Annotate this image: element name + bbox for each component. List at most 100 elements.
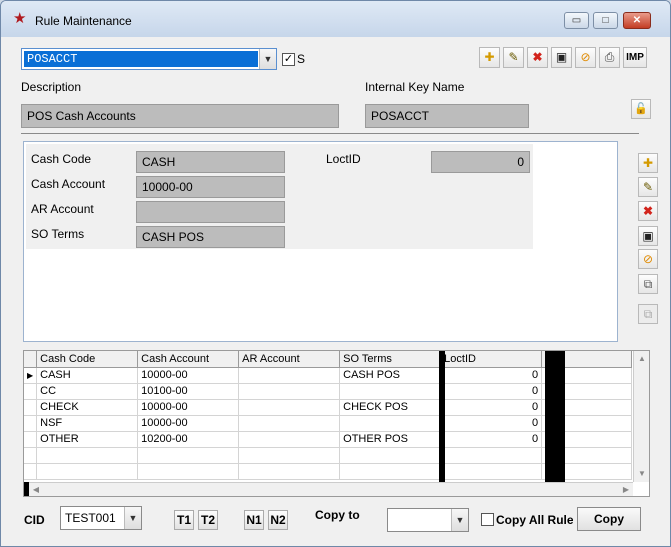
cash-account-label: Cash Account bbox=[31, 177, 106, 191]
description-label: Description bbox=[21, 80, 82, 94]
cancel-icon[interactable]: ⊘ bbox=[575, 47, 596, 68]
chevron-down-icon[interactable]: ▼ bbox=[259, 49, 276, 69]
add-row-icon[interactable]: ✚ bbox=[638, 153, 658, 173]
n1-button[interactable]: N1 bbox=[244, 510, 264, 530]
description-field[interactable]: POS Cash Accounts bbox=[21, 104, 339, 128]
grid-header-row: Cash Code Cash Account AR Account SO Ter… bbox=[24, 351, 633, 368]
internal-key-label: Internal Key Name bbox=[365, 80, 465, 94]
cell-loctid[interactable]: 0 bbox=[440, 383, 543, 400]
save-icon[interactable]: ▣ bbox=[551, 47, 572, 68]
rule-select[interactable]: POSACCT ▼ bbox=[21, 48, 277, 70]
cell-so-terms[interactable]: CASH POS bbox=[339, 367, 442, 384]
star-app-icon: ★ bbox=[13, 10, 27, 27]
ar-account-field[interactable] bbox=[136, 201, 285, 223]
cash-account-field[interactable]: 10000-00 bbox=[136, 176, 285, 198]
col-cash-code[interactable]: Cash Code bbox=[36, 351, 139, 368]
col-cash-account[interactable]: Cash Account bbox=[137, 351, 240, 368]
window-title: Rule Maintenance bbox=[35, 14, 132, 28]
cash-code-field[interactable]: CASH bbox=[136, 151, 285, 173]
cell-cash-account[interactable]: 10100-00 bbox=[137, 383, 240, 400]
cell-cash-code[interactable]: NSF bbox=[36, 415, 139, 432]
cell-loctid[interactable]: 0 bbox=[440, 367, 543, 384]
cell-cash-code[interactable]: CC bbox=[36, 383, 139, 400]
cell-cash-account[interactable]: 10000-00 bbox=[137, 399, 240, 416]
loctid-field[interactable]: 0 bbox=[431, 151, 530, 173]
row-marker-header bbox=[24, 351, 38, 368]
col-ar-account[interactable]: AR Account bbox=[238, 351, 341, 368]
cancel-row-icon[interactable]: ⊘ bbox=[638, 249, 658, 269]
internal-key-field[interactable]: POSACCT bbox=[365, 104, 529, 128]
print-icon[interactable]: ⎙ bbox=[599, 47, 620, 68]
chevron-down-icon[interactable]: ▼ bbox=[124, 507, 141, 529]
cell-cash-account[interactable]: 10000-00 bbox=[137, 415, 240, 432]
n2-button[interactable]: N2 bbox=[268, 510, 288, 530]
new-record-icon[interactable]: ✚ bbox=[479, 47, 500, 68]
table-row[interactable]: OTHER 10200-00 OTHER POS 0 bbox=[24, 431, 633, 448]
cell-cash-code[interactable]: CASH bbox=[36, 367, 139, 384]
row-marker bbox=[24, 383, 38, 400]
cell-ar-account[interactable] bbox=[238, 431, 341, 448]
delete-record-icon[interactable]: ✖ bbox=[527, 47, 548, 68]
row-marker bbox=[24, 431, 38, 448]
edit-row-icon[interactable]: ✎ bbox=[638, 177, 658, 197]
scroll-left-icon[interactable]: ◀ bbox=[29, 483, 43, 496]
rule-checkbox[interactable]: ✓ bbox=[282, 53, 295, 66]
cell-so-terms[interactable]: CHECK POS bbox=[339, 399, 442, 416]
cell-loctid[interactable]: 0 bbox=[440, 415, 543, 432]
cell-ar-account[interactable] bbox=[238, 383, 341, 400]
cid-label: CID bbox=[24, 513, 45, 527]
scroll-up-icon[interactable]: ▲ bbox=[634, 351, 649, 367]
cid-select[interactable]: TEST001 ▼ bbox=[60, 506, 142, 530]
vertical-scrollbar[interactable]: ▲ ▼ bbox=[633, 351, 649, 482]
copy-row-icon[interactable]: ⧉ bbox=[638, 274, 658, 294]
delete-row-icon[interactable]: ✖ bbox=[638, 201, 658, 221]
minimize-button[interactable]: ▭ bbox=[564, 12, 589, 29]
cell-cash-code[interactable]: CHECK bbox=[36, 399, 139, 416]
cell-ar-account[interactable] bbox=[238, 415, 341, 432]
cell-ar-account[interactable] bbox=[238, 367, 341, 384]
chevron-down-icon[interactable]: ▼ bbox=[451, 509, 468, 531]
cell-loctid[interactable]: 0 bbox=[440, 431, 543, 448]
save-row-icon[interactable]: ▣ bbox=[638, 226, 658, 246]
rule-checkbox-label: S bbox=[297, 52, 306, 66]
copy-button[interactable]: Copy bbox=[577, 507, 641, 531]
unlock-icon[interactable]: 🔓 bbox=[631, 99, 651, 119]
rule-select-value: POSACCT bbox=[24, 51, 258, 67]
cell-so-terms[interactable]: OTHER POS bbox=[339, 431, 442, 448]
scroll-down-icon[interactable]: ▼ bbox=[634, 466, 649, 482]
import-button[interactable]: IMP bbox=[623, 47, 647, 68]
table-row[interactable]: CC 10100-00 0 bbox=[24, 383, 633, 400]
copy-all-rules-checkbox[interactable] bbox=[481, 513, 494, 526]
so-terms-field[interactable]: CASH POS bbox=[136, 226, 285, 248]
so-terms-label: SO Terms bbox=[31, 227, 85, 241]
col-loctid[interactable]: LoctID bbox=[440, 351, 543, 368]
rules-grid: Cash Code Cash Account AR Account SO Ter… bbox=[23, 350, 650, 497]
table-row[interactable]: NSF 10000-00 0 bbox=[24, 415, 633, 432]
horizontal-scrollbar[interactable]: ◀ ▶ bbox=[29, 482, 633, 496]
empty-row bbox=[24, 447, 633, 464]
scroll-right-icon[interactable]: ▶ bbox=[619, 483, 633, 496]
cell-cash-code[interactable]: OTHER bbox=[36, 431, 139, 448]
grid-filler-bar bbox=[545, 351, 565, 482]
loctid-label: LoctID bbox=[326, 152, 361, 166]
maximize-button[interactable]: □ bbox=[593, 12, 618, 29]
cell-cash-account[interactable]: 10000-00 bbox=[137, 367, 240, 384]
table-row[interactable]: CHECK 10000-00 CHECK POS 0 bbox=[24, 399, 633, 416]
cell-cash-account[interactable]: 10200-00 bbox=[137, 431, 240, 448]
ar-account-label: AR Account bbox=[31, 202, 94, 216]
cid-select-value: TEST001 bbox=[65, 511, 116, 525]
edit-record-icon[interactable]: ✎ bbox=[503, 47, 524, 68]
close-button[interactable]: ✕ bbox=[623, 12, 651, 29]
row-marker bbox=[24, 415, 38, 432]
table-row[interactable]: ▶ CASH 10000-00 CASH POS 0 bbox=[24, 367, 633, 384]
cell-ar-account[interactable] bbox=[238, 399, 341, 416]
cell-loctid[interactable]: 0 bbox=[440, 399, 543, 416]
cash-code-label: Cash Code bbox=[31, 152, 92, 166]
copy-to-select[interactable]: ▼ bbox=[387, 508, 469, 532]
t1-button[interactable]: T1 bbox=[174, 510, 194, 530]
t2-button[interactable]: T2 bbox=[198, 510, 218, 530]
cell-so-terms[interactable] bbox=[339, 383, 442, 400]
col-so-terms[interactable]: SO Terms bbox=[339, 351, 442, 368]
grid-separator-bar bbox=[439, 351, 445, 482]
cell-so-terms[interactable] bbox=[339, 415, 442, 432]
